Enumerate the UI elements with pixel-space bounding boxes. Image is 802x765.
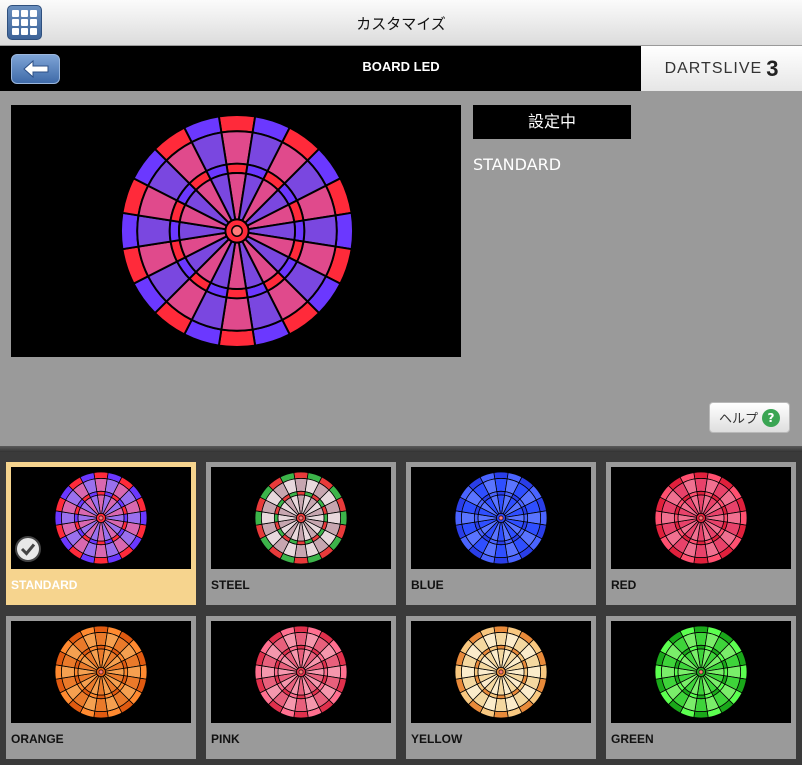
theme-tile-red[interactable]: RED	[606, 462, 796, 605]
help-label: ヘルプ	[718, 412, 758, 427]
status-badge: 設定中	[473, 105, 631, 139]
theme-label: GREEN	[611, 732, 654, 746]
theme-thumbnail	[611, 467, 791, 569]
theme-thumbnail	[11, 621, 191, 723]
theme-label: RED	[611, 578, 637, 592]
preview-panel: 設定中 STANDARD ヘルプ ?	[0, 91, 802, 446]
question-icon: ?	[762, 408, 780, 427]
dartslive-logo: DARTSLIVE 3	[641, 46, 802, 91]
theme-thumbnail	[411, 621, 591, 723]
board-preview	[11, 105, 461, 357]
logo-text: DARTSLIVE	[664, 59, 763, 77]
top-bar: カスタマイズ	[0, 0, 802, 46]
theme-tile-pink[interactable]: PINK	[206, 616, 396, 759]
section-header: BOARD LED DARTSLIVE 3	[0, 46, 802, 91]
theme-grid: STANDARD STEEL BLUE RED ORANGE PINK YELL…	[0, 452, 802, 765]
theme-tile-steel[interactable]: STEEL	[206, 462, 396, 605]
theme-label: STEEL	[211, 578, 250, 592]
theme-tile-orange[interactable]: ORANGE	[6, 616, 196, 759]
help-button[interactable]: ヘルプ ?	[709, 402, 790, 433]
app-title: カスタマイズ	[356, 15, 446, 33]
current-theme-name: STANDARD	[473, 155, 562, 174]
theme-thumbnail	[611, 621, 791, 723]
theme-thumbnail	[211, 467, 391, 569]
selected-check-icon	[15, 536, 41, 562]
theme-thumbnail	[211, 621, 391, 723]
theme-label: ORANGE	[11, 732, 64, 746]
theme-tile-green[interactable]: GREEN	[606, 616, 796, 759]
theme-label: PINK	[211, 732, 240, 746]
theme-tile-blue[interactable]: BLUE	[406, 462, 596, 605]
theme-thumbnail	[411, 467, 591, 569]
theme-label: YELLOW	[411, 732, 463, 746]
theme-label: BLUE	[411, 578, 444, 592]
theme-tile-standard[interactable]: STANDARD	[6, 462, 196, 605]
dartboard-preview-image	[120, 114, 354, 348]
theme-tile-yellow[interactable]: YELLOW	[406, 616, 596, 759]
theme-label: STANDARD	[11, 578, 78, 592]
logo-number: 3	[766, 55, 779, 81]
